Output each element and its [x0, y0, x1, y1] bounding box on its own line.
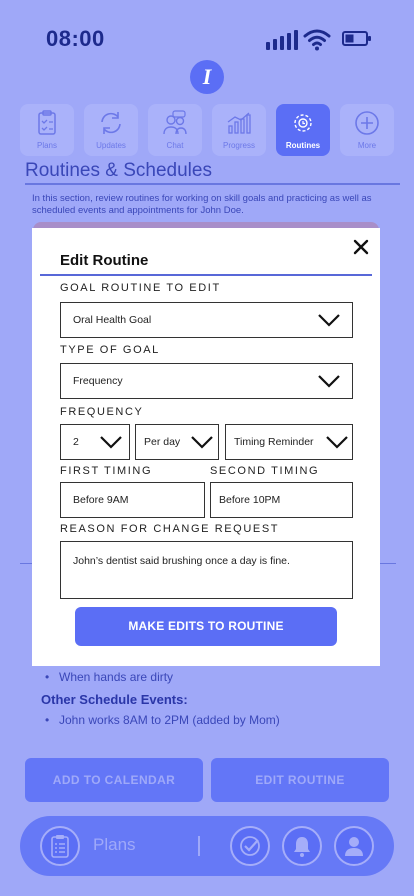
- tab-label: Routines: [285, 141, 321, 150]
- second-timing-input[interactable]: Before 10PM: [210, 482, 353, 518]
- bell-icon: [294, 837, 310, 857]
- nav-separator: [198, 836, 200, 856]
- signal-icon: [266, 28, 298, 50]
- edit-routine-modal: Edit Routine GOAL ROUTINE TO EDIT Oral H…: [32, 228, 380, 666]
- plans-nav-button[interactable]: [40, 826, 80, 866]
- routine-clock-icon: [294, 114, 312, 132]
- tab-updates[interactable]: Updates: [84, 104, 138, 156]
- chevron-down-icon: [318, 314, 340, 327]
- close-icon[interactable]: [352, 238, 370, 256]
- status-time: 08:00: [46, 26, 105, 51]
- notifications-nav-button[interactable]: [282, 826, 322, 866]
- tab-label: More: [357, 141, 377, 150]
- reason-label: REASON FOR CHANGE REQUEST: [60, 523, 280, 535]
- nav-label: Plans: [93, 835, 136, 854]
- second-timing-label: SECOND TIMING: [210, 465, 320, 477]
- tab-label: Progress: [222, 141, 255, 150]
- first-timing-value: Before 9AM: [73, 494, 129, 506]
- top-tab-bar: Plans Updates Chat Progress Routines Mor…: [20, 104, 396, 158]
- wifi-icon: [303, 29, 331, 51]
- profile-nav-button[interactable]: [334, 826, 374, 866]
- list-item: When hands are dirty: [45, 670, 173, 684]
- edit-routine-button[interactable]: EDIT ROUTINE: [211, 758, 389, 802]
- routine-triggers-list: When hands are dirty: [45, 670, 173, 684]
- plus-circle-icon: [355, 111, 379, 135]
- tasks-nav-button[interactable]: [230, 826, 270, 866]
- modal-title: Edit Routine: [60, 252, 149, 269]
- frequency-count-select[interactable]: 2: [60, 424, 130, 460]
- chevron-down-icon: [326, 436, 348, 449]
- frequency-mode-select[interactable]: Timing Reminder: [225, 424, 353, 460]
- tab-label: Updates: [96, 141, 126, 150]
- frequency-label: FREQUENCY: [60, 406, 144, 418]
- app-logo: I: [190, 60, 224, 94]
- second-timing-value: Before 10PM: [219, 494, 281, 506]
- clipboard-icon: [51, 835, 69, 858]
- goal-type-value: Frequency: [73, 375, 123, 387]
- bar-chart-icon: [227, 112, 251, 134]
- tab-label: Plans: [36, 141, 57, 150]
- frequency-period-value: Per day: [144, 436, 181, 448]
- tab-routines[interactable]: Routines: [276, 104, 330, 156]
- add-to-calendar-button[interactable]: ADD TO CALENDAR: [25, 758, 203, 802]
- goal-routine-select[interactable]: Oral Health Goal: [60, 302, 353, 338]
- other-events-title: Other Schedule Events:: [41, 692, 188, 707]
- clipboard-icon: [38, 110, 56, 135]
- other-events-list: John works 8AM to 2PM (added by Mom): [45, 713, 280, 727]
- refresh-icon: [101, 112, 121, 134]
- tab-progress[interactable]: Progress: [212, 104, 266, 156]
- user-icon: [345, 837, 363, 856]
- battery-icon: [342, 31, 371, 46]
- goal-type-label: TYPE OF GOAL: [60, 344, 160, 356]
- frequency-count-value: 2: [73, 436, 79, 448]
- list-item: John works 8AM to 2PM (added by Mom): [45, 713, 280, 727]
- checkmark-icon: [240, 836, 260, 856]
- title-divider: [25, 183, 400, 185]
- frequency-mode-value: Timing Reminder: [234, 436, 314, 448]
- goal-routine-value: Oral Health Goal: [73, 314, 152, 326]
- chevron-down-icon: [191, 436, 213, 449]
- chat-people-icon: [163, 110, 187, 135]
- tab-plans[interactable]: Plans: [20, 104, 74, 156]
- chevron-down-icon: [100, 436, 122, 449]
- goal-routine-label: GOAL ROUTINE TO EDIT: [60, 282, 221, 294]
- tab-more[interactable]: More: [340, 104, 394, 156]
- make-edits-button[interactable]: MAKE EDITS TO ROUTINE: [75, 607, 337, 646]
- chevron-down-icon: [318, 375, 340, 388]
- bottom-nav: Plans: [20, 816, 394, 876]
- reason-textarea[interactable]: John’s dentist said brushing once a day …: [60, 541, 353, 599]
- frequency-period-select[interactable]: Per day: [135, 424, 219, 460]
- modal-divider: [40, 274, 372, 276]
- first-timing-label: FIRST TIMING: [60, 465, 153, 477]
- tab-chat[interactable]: Chat: [148, 104, 202, 156]
- page-intro: In this section, review routines for wor…: [32, 193, 372, 216]
- page-title: Routines & Schedules: [25, 160, 212, 181]
- first-timing-input[interactable]: Before 9AM: [60, 482, 205, 518]
- goal-type-select[interactable]: Frequency: [60, 363, 353, 399]
- tab-label: Chat: [166, 141, 184, 150]
